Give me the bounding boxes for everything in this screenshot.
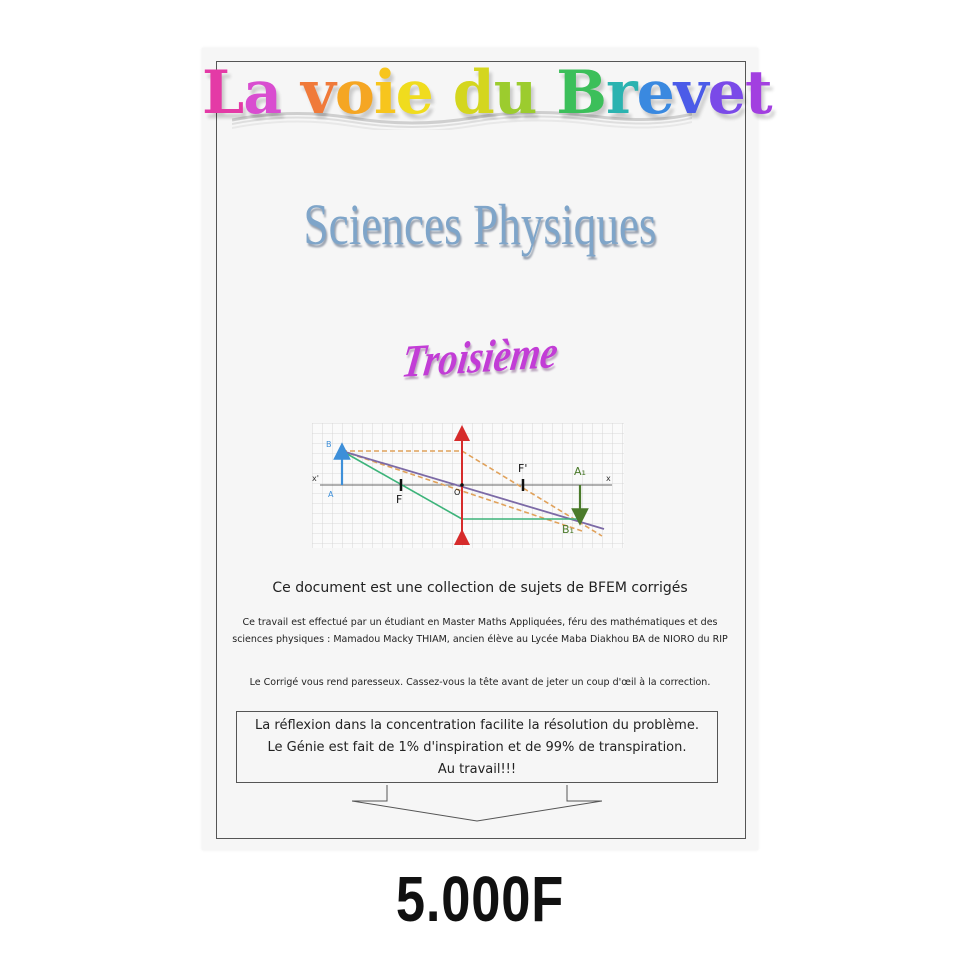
price-tag: 5.000F — [395, 863, 565, 935]
advice-statement: Le Corrigé vous rend paresseux. Cassez-v… — [249, 677, 711, 688]
quote-line-1: La réflexion dans la concentration facil… — [255, 718, 699, 733]
title-letter: B — [556, 58, 607, 128]
cover-title: La voie du Brevet — [202, 58, 773, 128]
title-letter: L — [202, 58, 244, 128]
title-letter: r — [605, 58, 638, 128]
label-f-prime: F' — [518, 462, 527, 475]
lens-ray-diagram: B x' A F O F' A₁ x B₁ — [312, 423, 624, 548]
title-letter: e — [395, 58, 434, 128]
title-letter — [281, 58, 301, 128]
label-x: x — [606, 474, 611, 483]
title-letter — [433, 58, 453, 128]
title-letter: o — [334, 58, 375, 128]
title-letter: e — [636, 58, 675, 128]
title-letter — [536, 58, 556, 128]
author-statement: Ce travail est effectué par un étudiant … — [232, 617, 728, 645]
title-letter: v — [300, 58, 336, 128]
title-letter: u — [493, 58, 538, 128]
title-letter: i — [373, 58, 397, 128]
down-arrow-shape — [352, 785, 602, 822]
label-x-prime: x' — [312, 474, 319, 483]
label-a1: A₁ — [574, 465, 586, 478]
label-o: O — [454, 488, 460, 497]
quote-line-2: Le Génie est fait de 1% d'inspiration et… — [267, 740, 687, 755]
label-a: A — [328, 490, 334, 499]
label-b: B — [326, 440, 332, 449]
title-letter: a — [243, 58, 282, 128]
label-b1: B₁ — [562, 523, 574, 536]
collection-statement: Ce document est une collection de sujets… — [272, 580, 688, 596]
label-f: F — [396, 493, 402, 506]
title-letter: d — [452, 58, 495, 128]
quote-line-3: Au travail!!! — [437, 762, 517, 777]
title-letter: v — [673, 58, 709, 128]
quote-box: La réflexion dans la concentration facil… — [236, 711, 718, 783]
subject-heading: Sciences Physiques — [303, 192, 657, 257]
document-cover-page: La voie du Brevet Sciences Physiques Tro… — [202, 48, 773, 850]
title-letter: t — [744, 58, 773, 128]
optical-center-point — [460, 483, 464, 487]
title-letter: e — [707, 58, 746, 128]
